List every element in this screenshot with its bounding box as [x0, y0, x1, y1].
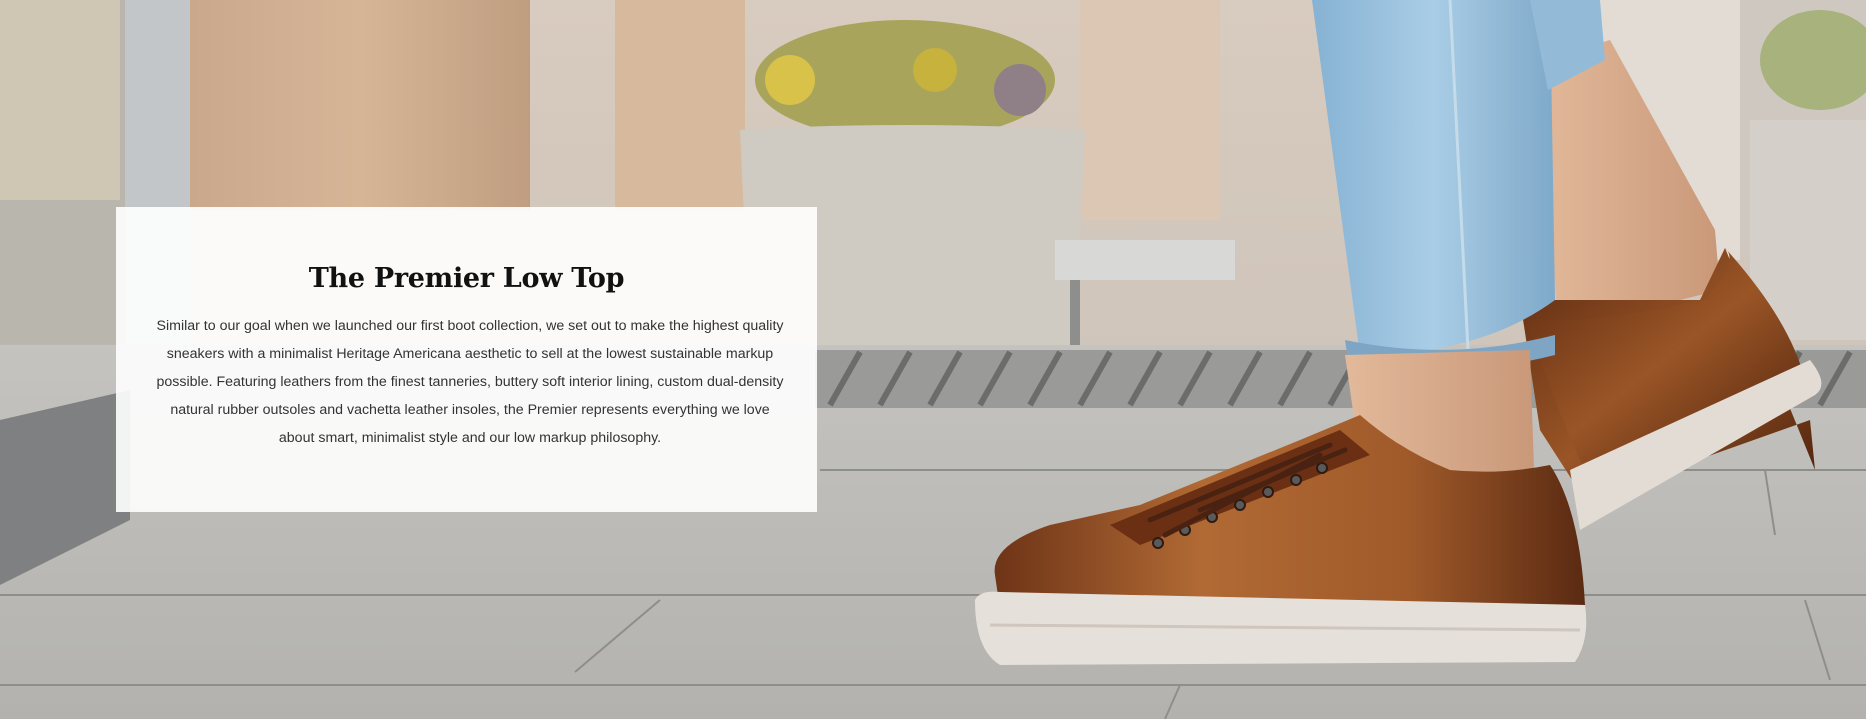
- product-description: Similar to our goal when we launched our…: [156, 318, 784, 446]
- product-title: The Premier Low Top: [308, 263, 625, 294]
- product-info-panel: The Premier Low Top Similar to our goal …: [116, 207, 817, 512]
